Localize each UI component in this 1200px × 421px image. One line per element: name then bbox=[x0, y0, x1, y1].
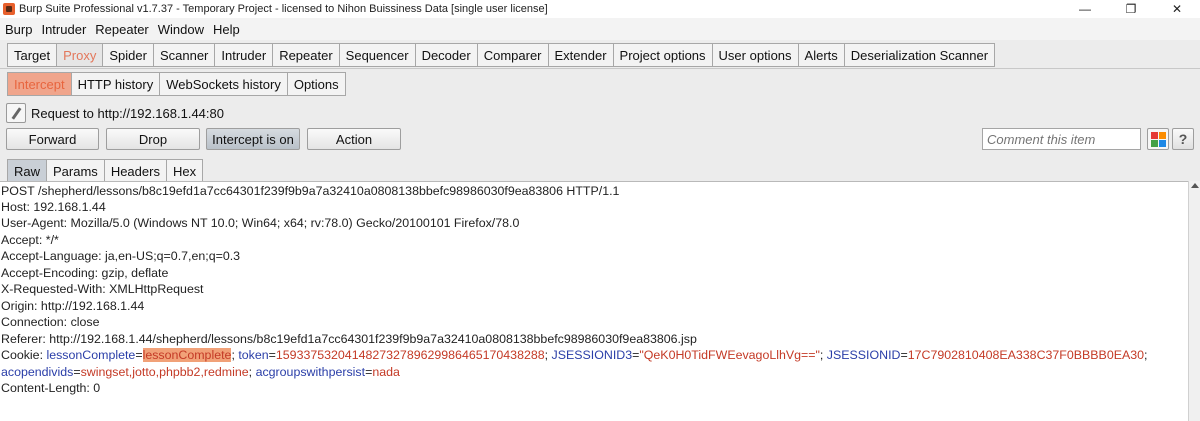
tab-hex[interactable]: Hex bbox=[165, 159, 204, 183]
title-bar: Burp Suite Professional v1.7.37 - Tempor… bbox=[0, 0, 1200, 18]
request-line: POST /shepherd/lessons/b8c19efd1a7cc6430… bbox=[1, 184, 620, 198]
cookie-value-highlighted: lessonComplete bbox=[142, 348, 232, 362]
header-line: Host: 192.168.1.44 bbox=[1, 200, 106, 214]
cookie-separator: ; bbox=[819, 348, 827, 362]
cookie-value: 17C7902810408EA338C37F0BBBB0EA30 bbox=[907, 348, 1145, 362]
cookie-key: acopendivids bbox=[1, 365, 74, 379]
header-line: X-Requested-With: XMLHttpRequest bbox=[1, 282, 204, 296]
cookie-line-continued: acopendivids=swingset,jotto,phpbb2,redmi… bbox=[1, 364, 400, 380]
header-line: Referer: http://192.168.1.44/shepherd/le… bbox=[1, 332, 697, 346]
menu-intruder[interactable]: Intruder bbox=[36, 22, 90, 37]
tab-http-history[interactable]: HTTP history bbox=[70, 72, 160, 96]
tab-spider[interactable]: Spider bbox=[102, 43, 153, 67]
cookie-value: 159337532041482732789629986465170438288 bbox=[275, 348, 545, 362]
menu-help[interactable]: Help bbox=[208, 22, 244, 37]
tab-extender[interactable]: Extender bbox=[547, 43, 613, 67]
content-length-line: Content-Length: 0 bbox=[1, 381, 101, 395]
tab-repeater[interactable]: Repeater bbox=[272, 43, 339, 67]
tab-project-options[interactable]: Project options bbox=[612, 43, 712, 67]
action-button[interactable]: Action bbox=[307, 128, 401, 150]
tab-decoder[interactable]: Decoder bbox=[414, 43, 477, 67]
header-line: Origin: http://192.168.1.44 bbox=[1, 299, 145, 313]
header-line: Accept-Language: ja,en-US;q=0.7,en;q=0.3 bbox=[1, 249, 241, 263]
view-tab-bar: Raw Params Headers Hex bbox=[7, 159, 204, 183]
cookie-key: JSESSIONID bbox=[826, 348, 901, 362]
menu-bar: Burp Intruder Repeater Window Help bbox=[0, 18, 1200, 40]
raw-request-editor[interactable]: POST /shepherd/lessons/b8c19efd1a7cc6430… bbox=[0, 181, 1188, 421]
help-icon[interactable]: ? bbox=[1172, 128, 1194, 150]
header-line: Accept: */* bbox=[1, 233, 59, 247]
cookie-line: Cookie: lessonComplete=lessonComplete; t… bbox=[1, 347, 1147, 363]
menu-burp[interactable]: Burp bbox=[0, 22, 36, 37]
cookie-key: JSESSIONID3 bbox=[551, 348, 633, 362]
cookie-prefix: Cookie: bbox=[1, 348, 47, 362]
cookie-separator: ; bbox=[1144, 348, 1148, 362]
cookie-separator: ; bbox=[544, 348, 552, 362]
tab-alerts[interactable]: Alerts bbox=[797, 43, 844, 67]
window-title: Burp Suite Professional v1.7.37 - Tempor… bbox=[19, 3, 548, 15]
drop-button[interactable]: Drop bbox=[106, 128, 200, 150]
proxy-tab-bar: Intercept HTTP history WebSockets histor… bbox=[0, 68, 1200, 97]
request-target-label: Request to http://192.168.1.44:80 bbox=[31, 105, 224, 121]
header-line: Connection: close bbox=[1, 315, 100, 329]
cookie-key: token bbox=[238, 348, 269, 362]
menu-repeater[interactable]: Repeater bbox=[90, 22, 152, 37]
cookie-value: "QeK0H0TidFWEevagoLlhVg==" bbox=[639, 348, 820, 362]
tab-headers[interactable]: Headers bbox=[103, 159, 166, 183]
tab-intercept-label: Intercept bbox=[14, 76, 65, 92]
main-tab-bar: Target Proxy Spider Scanner Intruder Rep… bbox=[0, 40, 1200, 68]
pencil-icon[interactable] bbox=[6, 103, 26, 123]
tab-user-options[interactable]: User options bbox=[711, 43, 798, 67]
tab-scanner[interactable]: Scanner bbox=[152, 43, 215, 67]
cookie-equals: = bbox=[135, 348, 143, 362]
burp-logo-icon bbox=[3, 3, 15, 15]
maximize-button[interactable]: ❐ bbox=[1108, 0, 1154, 18]
scroll-up-icon[interactable] bbox=[1191, 183, 1199, 188]
cookie-separator: ; bbox=[248, 365, 256, 379]
forward-button[interactable]: Forward bbox=[6, 128, 99, 150]
cookie-value: swingset,jotto,phpbb2,redmine bbox=[80, 365, 249, 379]
tab-comparer[interactable]: Comparer bbox=[476, 43, 548, 67]
cookie-equals: = bbox=[900, 348, 908, 362]
tab-sequencer[interactable]: Sequencer bbox=[338, 43, 415, 67]
cookie-equals: = bbox=[268, 348, 276, 362]
minimize-button[interactable]: — bbox=[1062, 0, 1108, 18]
intercept-panel: Request to http://192.168.1.44:80 Forwar… bbox=[0, 97, 1200, 421]
tab-raw[interactable]: Raw bbox=[7, 159, 47, 183]
tab-websockets-history[interactable]: WebSockets history bbox=[159, 72, 287, 96]
cookie-value: nada bbox=[372, 365, 400, 379]
cookie-key: lessonComplete bbox=[46, 348, 136, 362]
tab-intercept[interactable]: Intercept bbox=[7, 72, 71, 96]
comment-input[interactable] bbox=[982, 128, 1141, 150]
header-line: User-Agent: Mozilla/5.0 (Windows NT 10.0… bbox=[1, 216, 520, 230]
tab-intruder[interactable]: Intruder bbox=[214, 43, 273, 67]
cookie-equals: = bbox=[73, 365, 81, 379]
cookie-key: acgroupswithpersist bbox=[255, 365, 366, 379]
tab-options[interactable]: Options bbox=[286, 72, 346, 96]
menu-window[interactable]: Window bbox=[153, 22, 208, 37]
tab-proxy[interactable]: Proxy bbox=[56, 43, 103, 67]
request-header: Request to http://192.168.1.44:80 bbox=[6, 103, 224, 123]
highlight-color-icon[interactable] bbox=[1147, 128, 1169, 150]
close-button[interactable]: ✕ bbox=[1154, 0, 1200, 18]
header-line: Accept-Encoding: gzip, deflate bbox=[1, 266, 169, 280]
window-controls: — ❐ ✕ bbox=[1062, 0, 1200, 18]
intercept-toggle-button[interactable]: Intercept is on bbox=[206, 128, 300, 150]
tab-target[interactable]: Target bbox=[7, 43, 57, 67]
tab-params[interactable]: Params bbox=[46, 159, 104, 183]
tab-deserialization-scanner[interactable]: Deserialization Scanner bbox=[843, 43, 996, 67]
editor-scrollbar[interactable] bbox=[1188, 181, 1200, 421]
